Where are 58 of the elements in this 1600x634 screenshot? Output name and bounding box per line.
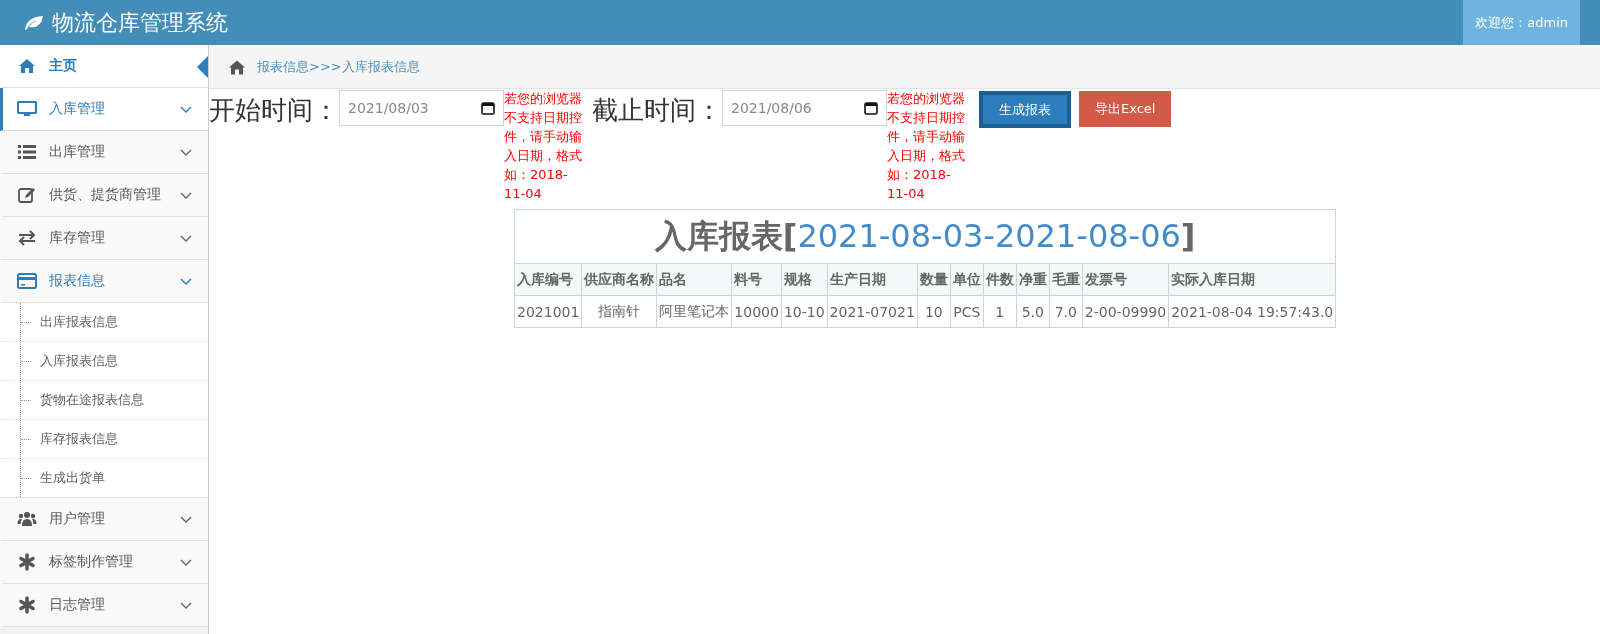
edit-icon	[17, 185, 37, 205]
exchange-arrows-icon	[17, 228, 37, 248]
monitor-icon	[17, 99, 37, 119]
list-icon	[17, 142, 37, 162]
table-cell: 2-00-09990	[1082, 295, 1169, 328]
sidebar-item[interactable]: 库存管理	[0, 217, 208, 260]
home-icon	[17, 56, 37, 76]
column-header: 入库编号	[514, 263, 582, 296]
sidebar-item[interactable]: 日志管理	[0, 584, 208, 627]
date-field[interactable]: 2021/08/06	[722, 90, 887, 126]
table-cell: 阿里笔记本	[656, 295, 732, 328]
sidebar-item[interactable]: 标签制作管理	[0, 541, 208, 584]
submenu-item[interactable]: 货物在途报表信息	[0, 381, 208, 420]
calendar-icon[interactable]	[864, 101, 878, 115]
breadcrumb: 报表信息>>>入库报表信息	[257, 57, 420, 76]
date-hint: 若您的浏览器不支持日期控件，请手动输入日期，格式如：2018-11-04	[504, 90, 583, 203]
asterisk-icon	[17, 552, 37, 572]
column-header: 规格	[781, 263, 828, 296]
date-field[interactable]: 2021/08/03	[339, 90, 504, 126]
submenu-item[interactable]: 生成出货单	[0, 459, 208, 497]
table-cell: 2021-08-04 19:57:43.0	[1168, 295, 1336, 328]
sidebar-item[interactable]: 报表信息	[0, 260, 208, 303]
table-cell: 10000	[731, 295, 782, 328]
report-title: 入库报表[2021-08-03-2021-08-06]	[514, 209, 1336, 264]
table-cell: 2021-07021	[827, 295, 918, 328]
users-icon	[17, 509, 37, 529]
table-cell: 指南针	[581, 295, 657, 328]
submenu-item[interactable]: 库存报表信息	[0, 420, 208, 459]
table-cell: 5.0	[1016, 295, 1050, 328]
sidebar-item[interactable]: 出库管理	[0, 131, 208, 174]
generate-button[interactable]: 生成报表	[979, 91, 1071, 128]
date-label: 截止时间：	[592, 94, 722, 127]
submenu-item[interactable]: 入库报表信息	[0, 342, 208, 381]
table-cell: 10-10	[781, 295, 828, 328]
table-cell: 10	[917, 295, 951, 328]
column-header: 料号	[731, 263, 782, 296]
date-label: 开始时间：	[209, 94, 339, 127]
table-cell: 1	[983, 295, 1017, 328]
table-cell: PCS	[950, 295, 984, 328]
sidebar-item[interactable]: 供货、提货商管理	[0, 174, 208, 217]
sidebar-item[interactable]: 入库管理	[0, 88, 208, 131]
column-header: 发票号	[1082, 263, 1169, 296]
leaf-icon	[24, 14, 44, 31]
asterisk-icon	[17, 595, 37, 615]
card-icon	[17, 271, 37, 291]
table-cell: 7.0	[1049, 295, 1083, 328]
export-button[interactable]: 导出Excel	[1079, 91, 1172, 127]
sidebar-item[interactable]: 主页	[0, 45, 208, 88]
column-header: 供应商名称	[581, 263, 657, 296]
app-title: 物流仓库管理系统	[52, 8, 228, 37]
calendar-icon[interactable]	[481, 101, 495, 115]
column-header: 品名	[656, 263, 732, 296]
column-header: 实际入库日期	[1168, 263, 1336, 296]
column-header: 生产日期	[827, 263, 918, 296]
date-hint: 若您的浏览器不支持日期控件，请手动输入日期，格式如：2018-11-04	[887, 90, 966, 203]
sidebar-item[interactable]: 用户管理	[0, 498, 208, 541]
table-cell: 2021001	[514, 295, 582, 328]
submenu-item[interactable]: 出库报表信息	[0, 303, 208, 342]
